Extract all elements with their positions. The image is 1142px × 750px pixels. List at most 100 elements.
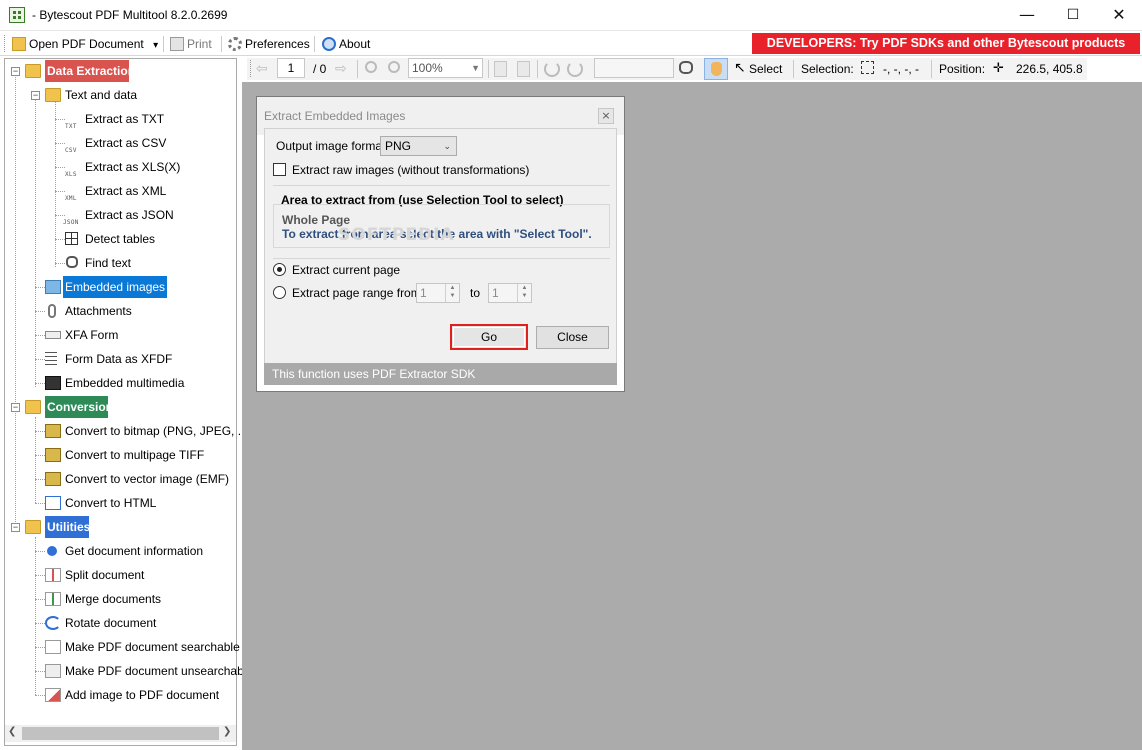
collapse-toggle[interactable]: − (31, 91, 40, 100)
tree-line (35, 287, 45, 288)
title-bar: - Bytescout PDF Multitool 8.2.0.2699 — ☐… (0, 0, 1142, 31)
tree-item-label: Extract as JSON (85, 208, 174, 222)
category-label: Conversion (45, 396, 108, 418)
previous-page-icon[interactable]: ⇦ (256, 61, 272, 77)
searchable-icon (45, 640, 61, 654)
maximize-button[interactable]: ☐ (1050, 0, 1096, 31)
form-data-icon (45, 352, 57, 366)
rotate-left-icon[interactable] (544, 61, 560, 77)
fit-width-icon[interactable] (517, 61, 530, 77)
next-page-icon[interactable]: ⇨ (335, 61, 351, 77)
add-image-icon (45, 688, 61, 702)
tree-item-document-info[interactable]: Get document information (5, 540, 235, 562)
sidebar-horizontal-scrollbar[interactable]: ❮ ❯ (5, 725, 236, 742)
scroll-left-icon[interactable]: ❮ (8, 726, 16, 737)
go-button[interactable]: Go (450, 324, 528, 350)
developers-banner-link[interactable]: DEVELOPERS: Try PDF SDKs and other Bytes… (752, 33, 1140, 54)
tree-item-split-document[interactable]: Split document (5, 564, 235, 586)
tree-item-convert-html[interactable]: Convert to HTML (5, 492, 235, 514)
scroll-right-icon[interactable]: ❯ (223, 726, 231, 737)
tree-line (55, 191, 65, 192)
tree-item-find-text[interactable]: Find text (5, 252, 235, 274)
tree-item-text-and-data[interactable]: − Text and data (5, 84, 235, 106)
tree-line (35, 695, 45, 696)
current-page-radio[interactable] (273, 263, 286, 276)
page-range-label: Extract page range from (292, 286, 421, 300)
hand-tool-button[interactable] (704, 58, 728, 80)
binoculars-icon[interactable] (679, 61, 693, 74)
range-to-stepper[interactable]: 1 ▲ ▼ (488, 283, 532, 303)
tree-item-embedded-images[interactable]: Embedded images (5, 276, 235, 298)
tree-item-convert-tiff[interactable]: Convert to multipage TIFF (5, 444, 235, 466)
collapse-toggle[interactable]: − (11, 67, 20, 76)
range-from-value: 1 (420, 286, 427, 300)
open-pdf-button[interactable]: Open PDF Document ▾ (12, 35, 158, 53)
range-from-stepper[interactable]: 1 ▲ ▼ (416, 283, 460, 303)
page-number-input[interactable]: 1 (277, 58, 305, 78)
vector-image-icon (45, 472, 61, 486)
tree-line (55, 239, 65, 240)
tree-item-extract-xml[interactable]: XML Extract as XML (5, 180, 235, 202)
toolbar-grip (4, 35, 6, 52)
category-data-extraction[interactable]: − Data Extraction (5, 60, 235, 82)
tree-item-detect-tables[interactable]: Detect tables (5, 228, 235, 250)
collapse-toggle[interactable]: − (11, 403, 20, 412)
category-utilities[interactable]: − Utilities (5, 516, 235, 538)
tree-item-label: Add image to PDF document (65, 688, 220, 702)
tree-item-label: Embedded images (63, 276, 168, 298)
raw-images-label: Extract raw images (without transformati… (292, 163, 530, 177)
zoom-out-icon[interactable] (365, 61, 377, 73)
fit-page-icon[interactable] (494, 61, 507, 77)
tree-item-label: Convert to bitmap (PNG, JPEG, ...) (65, 424, 252, 438)
find-text-input[interactable] (594, 58, 674, 78)
unsearchable-icon (45, 664, 61, 678)
tree-item-make-searchable[interactable]: Make PDF document searchable (5, 636, 240, 658)
collapse-toggle[interactable]: − (11, 523, 20, 532)
tree-item-attachments[interactable]: Attachments (5, 300, 235, 322)
tree-item-rotate-document[interactable]: Rotate document (5, 612, 235, 634)
scrollbar-thumb[interactable] (22, 727, 219, 740)
info-icon (47, 546, 57, 556)
stepper-arrows-icon[interactable]: ▲ ▼ (517, 284, 531, 302)
print-label: Print (187, 37, 212, 51)
tools-tree[interactable]: − Data Extraction − Text and data TXT Ex… (4, 58, 253, 746)
tree-item-label: Make PDF document unsearchable (65, 664, 254, 678)
dialog-close-button[interactable]: × (598, 108, 614, 124)
format-select[interactable]: PNG ⌄ (380, 136, 457, 156)
minimize-button[interactable]: — (1004, 0, 1050, 31)
about-button[interactable]: About (322, 35, 370, 53)
tree-item-form-data-xfdf[interactable]: Form Data as XFDF (5, 348, 235, 370)
tree-item-embedded-multimedia[interactable]: Embedded multimedia (5, 372, 235, 394)
page-range-radio[interactable] (273, 286, 286, 299)
paperclip-icon (48, 304, 56, 318)
zoom-in-icon[interactable] (388, 61, 400, 73)
open-dropdown-icon[interactable]: ▾ (153, 40, 158, 51)
tree-item-convert-emf[interactable]: Convert to vector image (EMF) (5, 468, 235, 490)
close-button[interactable]: Close (536, 326, 609, 349)
range-to-value: 1 (492, 286, 499, 300)
stepper-arrows-icon[interactable]: ▲ ▼ (445, 284, 459, 302)
tree-item-make-unsearchable[interactable]: Make PDF document unsearchable (5, 660, 253, 682)
tree-item-label: Convert to multipage TIFF (65, 448, 205, 462)
print-button[interactable]: Print (170, 35, 212, 53)
zoom-select[interactable]: 100% ▼ (408, 58, 483, 78)
tree-item-extract-xls[interactable]: XLS Extract as XLS(X) (5, 156, 235, 178)
select-label: Select (749, 62, 783, 76)
tree-line (35, 359, 45, 360)
tree-item-merge-documents[interactable]: Merge documents (5, 588, 235, 610)
tree-item-extract-json[interactable]: JSON Extract as JSON (5, 204, 235, 226)
close-window-button[interactable]: ✕ (1096, 0, 1142, 31)
rotate-right-icon[interactable] (567, 61, 583, 77)
preferences-button[interactable]: Preferences (228, 35, 310, 53)
tree-item-xfa-form[interactable]: XFA Form (5, 324, 235, 346)
raw-images-checkbox[interactable] (273, 163, 286, 176)
tree-item-label: Extract as TXT (85, 112, 165, 126)
divider (273, 185, 610, 186)
tree-line (35, 311, 45, 312)
tree-item-convert-bitmap[interactable]: Convert to bitmap (PNG, JPEG, ...) (5, 420, 252, 442)
category-conversion[interactable]: − Conversion (5, 396, 235, 418)
tree-item-add-image[interactable]: Add image to PDF document (5, 684, 235, 706)
tree-item-extract-txt[interactable]: TXT Extract as TXT (5, 108, 235, 130)
divider (273, 258, 610, 259)
tree-item-extract-csv[interactable]: CSV Extract as CSV (5, 132, 235, 154)
